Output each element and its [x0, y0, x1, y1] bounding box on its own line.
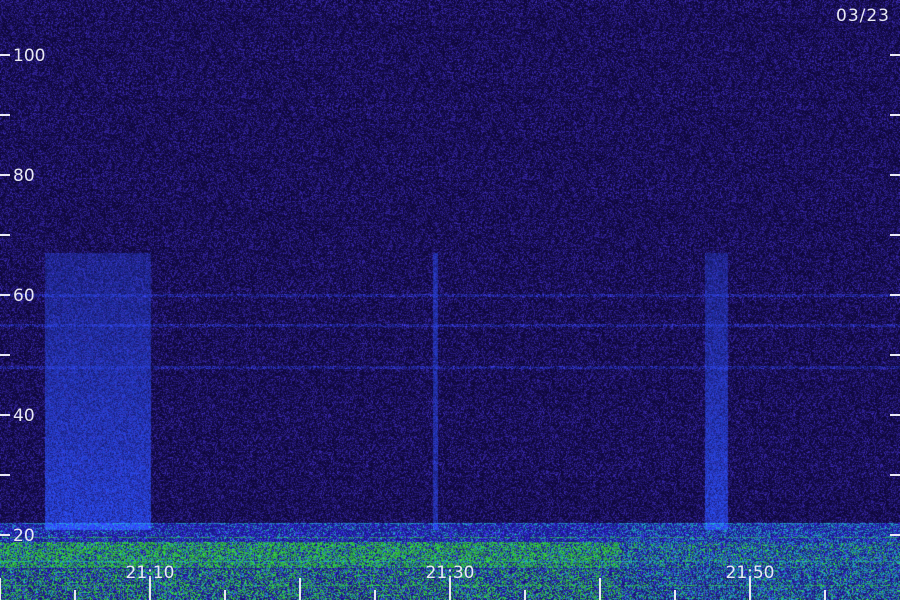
y-tick-label: 100: [13, 46, 45, 66]
y-tick-label: 40: [13, 406, 35, 426]
y-tick-label: 20: [13, 526, 35, 546]
x-tick-label: 21:10: [126, 563, 175, 583]
date-label: 03/23: [836, 6, 890, 26]
x-tick-label: 21:50: [726, 563, 775, 583]
y-tick-label: 80: [13, 166, 35, 186]
spectrogram-chart: 20 40 60 80 100 21:10 21:30 21:50 03/23: [0, 0, 900, 600]
y-tick-label: 60: [13, 286, 35, 306]
axis-overlay: 20 40 60 80 100 21:10 21:30 21:50: [0, 46, 900, 600]
x-tick-label: 21:30: [426, 563, 475, 583]
